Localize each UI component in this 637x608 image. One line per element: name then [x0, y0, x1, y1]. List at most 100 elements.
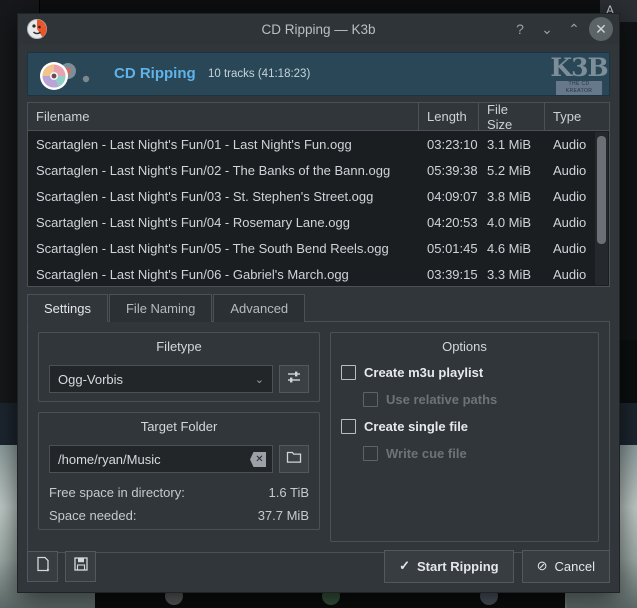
free-space-row: Free space in directory: 1.6 TiB	[49, 485, 309, 500]
checkbox-create-single-file[interactable]	[341, 419, 356, 434]
k3b-app-icon	[26, 18, 48, 40]
column-header-type[interactable]: Type	[545, 103, 593, 130]
option-label: Write cue file	[386, 446, 467, 461]
cell-file-size: 3.8 MiB	[487, 188, 532, 204]
sliders-icon	[286, 370, 302, 389]
cancel-label: Cancel	[554, 558, 595, 574]
minimize-button[interactable]: ⌄	[535, 17, 559, 41]
k3b-logo: K3B THE CD KREATOR	[550, 55, 609, 95]
cell-filename: Scartaglen - Last Night's Fun/04 - Rosem…	[36, 214, 350, 230]
start-ripping-label: Start Ripping	[417, 558, 499, 574]
space-needed-label: Space needed:	[49, 508, 137, 523]
dialog-header-banner: CD Ripping 10 tracks (41:18:23) K3B THE …	[27, 52, 610, 96]
column-header-length[interactable]: Length	[419, 103, 479, 130]
cell-length: 03:23:10	[427, 136, 478, 152]
cell-length: 04:09:07	[427, 188, 478, 204]
table-row[interactable]: Scartaglen - Last Night's Fun/06 - Gabri…	[28, 261, 609, 286]
k3b-logo-text: K3B	[550, 53, 608, 82]
table-row[interactable]: Scartaglen - Last Night's Fun/02 - The B…	[28, 157, 609, 183]
cell-type: Audio	[553, 214, 587, 230]
table-row[interactable]: Scartaglen - Last Night's Fun/05 - The S…	[28, 235, 609, 261]
table-row[interactable]: Scartaglen - Last Night's Fun/04 - Rosem…	[28, 209, 609, 235]
cell-file-size: 5.2 MiB	[487, 162, 532, 178]
cell-file-size: 4.6 MiB	[487, 240, 532, 256]
options-group-title: Options	[442, 339, 487, 354]
option-create-m3u-playlist[interactable]: Create m3u playlist	[341, 365, 588, 380]
free-space-label: Free space in directory:	[49, 485, 185, 500]
target-folder-path: /home/ryan/Music	[58, 451, 161, 467]
filetype-controls: Ogg-Vorbis ⌄	[49, 365, 309, 393]
option-label: Use relative paths	[386, 392, 498, 407]
table-header-row: Filename Length File Size Type	[28, 103, 609, 132]
filetype-config-button[interactable]	[279, 365, 309, 393]
checkbox-create-m3u-playlist[interactable]	[341, 365, 356, 380]
option-label: Create single file	[364, 419, 469, 434]
cell-file-size: 4.0 MiB	[487, 214, 532, 230]
help-button[interactable]: ?	[508, 17, 532, 41]
target-folder-group-title: Target Folder	[140, 419, 218, 434]
option-write-cue-file: Write cue file	[363, 446, 588, 461]
column-header-filename[interactable]: Filename	[28, 103, 419, 130]
footer-right-buttons: ✓ Start Ripping ⊘ Cancel	[384, 549, 610, 583]
space-needed-value: 37.7 MiB	[257, 508, 309, 523]
checkbox-write-cue-file	[363, 446, 378, 461]
filetype-group-title: Filetype	[156, 339, 202, 354]
scrollbar-thumb[interactable]	[597, 136, 606, 244]
space-needed-row: Space needed: 37.7 MiB	[49, 508, 309, 523]
cell-filename: Scartaglen - Last Night's Fun/02 - The B…	[36, 162, 391, 178]
banner-subtitle: 10 tracks (41:18:23)	[208, 68, 311, 80]
cell-length: 05:01:45	[427, 240, 478, 256]
table-row[interactable]: Scartaglen - Last Night's Fun/01 - Last …	[28, 131, 609, 157]
load-user-defaults-button[interactable]	[27, 550, 58, 582]
cell-file-size: 3.1 MiB	[487, 136, 532, 152]
checkbox-use-relative-paths	[363, 392, 378, 407]
cell-type: Audio	[553, 266, 587, 282]
save-user-defaults-button[interactable]	[65, 550, 96, 582]
free-space-value: 1.6 TiB	[268, 485, 309, 500]
cell-length: 04:20:53	[427, 214, 478, 230]
table-scrollbar[interactable]	[595, 132, 608, 285]
cell-filename: Scartaglen - Last Night's Fun/01 - Last …	[36, 136, 352, 152]
filetype-select[interactable]: Ogg-Vorbis ⌄	[49, 365, 273, 393]
column-header-file-size[interactable]: File Size	[479, 103, 545, 132]
cancel-icon: ⊘	[536, 558, 548, 573]
option-create-single-file[interactable]: Create single file	[341, 419, 588, 434]
tab-settings[interactable]: Settings	[27, 294, 108, 322]
dialog-titlebar[interactable]: CD Ripping — K3b ? ⌄ ⌃ ✕	[18, 14, 619, 44]
cell-file-size: 3.3 MiB	[487, 266, 532, 282]
cell-type: Audio	[553, 240, 587, 256]
target-folder-controls: /home/ryan/Music ✕ Free space in directo…	[49, 445, 309, 523]
settings-tab-panel: Filetype Ogg-Vorbis ⌄ Target Folder /hom…	[27, 321, 610, 553]
cell-type: Audio	[553, 188, 587, 204]
footer-left-buttons	[27, 550, 96, 582]
save-settings-icon	[73, 556, 89, 577]
k3b-logo-subtext: THE CD KREATOR	[556, 81, 602, 95]
cell-filename: Scartaglen - Last Night's Fun/05 - The S…	[36, 240, 389, 256]
clear-text-icon[interactable]: ✕	[250, 452, 266, 467]
browse-folder-button[interactable]	[279, 445, 309, 473]
cell-type: Audio	[553, 162, 587, 178]
tab-file-naming[interactable]: File Naming	[108, 294, 213, 322]
check-icon: ✓	[399, 558, 411, 573]
cd-disc-icon	[36, 59, 96, 91]
cd-ripping-dialog: CD Ripping — K3b ? ⌄ ⌃ ✕ CD Ripping 10 t…	[17, 13, 620, 593]
close-button[interactable]: ✕	[589, 17, 613, 41]
cell-type: Audio	[553, 136, 587, 152]
chevron-down-icon: ⌄	[254, 373, 264, 386]
start-ripping-button[interactable]: ✓ Start Ripping	[384, 549, 514, 583]
tab-advanced[interactable]: Advanced	[213, 294, 306, 322]
cell-length: 03:39:15	[427, 266, 478, 282]
table-row[interactable]: Scartaglen - Last Night's Fun/03 - St. S…	[28, 183, 609, 209]
filetype-value: Ogg-Vorbis	[58, 371, 124, 387]
dialog-footer: ✓ Start Ripping ⊘ Cancel	[18, 540, 619, 592]
maximize-button[interactable]: ⌃	[562, 17, 586, 41]
target-folder-row: /home/ryan/Music ✕	[49, 445, 309, 473]
cancel-button[interactable]: ⊘ Cancel	[521, 549, 610, 583]
tab-bar: Settings File Naming Advanced	[27, 294, 610, 322]
banner-title: CD Ripping	[114, 65, 196, 82]
window-controls: ? ⌄ ⌃ ✕	[508, 14, 613, 44]
file-list-table[interactable]: Filename Length File Size Type Scartagle…	[27, 102, 610, 287]
target-folder-input[interactable]: /home/ryan/Music ✕	[49, 445, 273, 473]
options-list: Create m3u playlist Use relative paths C…	[341, 365, 588, 461]
load-settings-icon	[35, 556, 51, 577]
